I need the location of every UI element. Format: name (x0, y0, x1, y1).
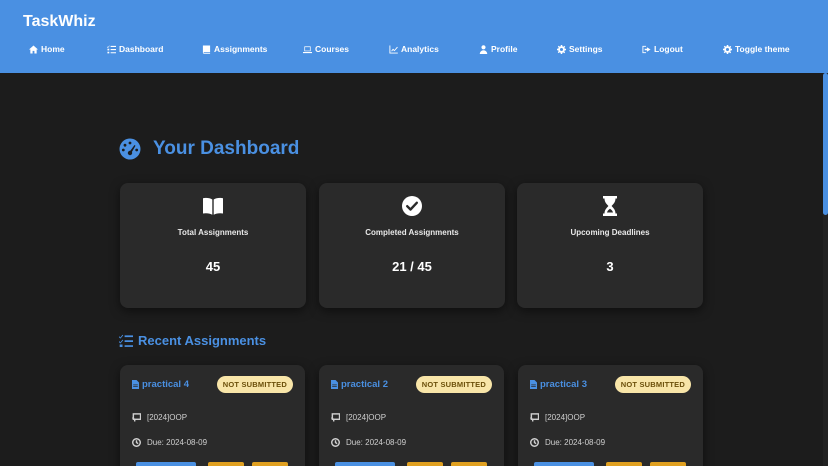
submit-button[interactable] (650, 462, 686, 466)
dashboard-heading: Your Dashboard (153, 138, 299, 160)
list-check-icon (107, 45, 116, 54)
status-badge: NOT SUBMITTED (416, 376, 492, 393)
assignment-title-link[interactable]: practical 3 (530, 379, 587, 390)
view-button[interactable] (335, 462, 395, 466)
due-date: Due: 2024-08-09 (545, 438, 605, 447)
file-icon (132, 380, 139, 389)
section-heading: Recent Assignments (119, 333, 266, 348)
laptop-icon (303, 45, 312, 54)
due-date: Due: 2024-08-09 (147, 438, 207, 447)
list-check-icon (119, 334, 133, 348)
assignment-title: practical 2 (341, 379, 388, 390)
chalkboard-icon (530, 413, 539, 422)
stat-card-deadlines: Upcoming Deadlines 3 (517, 183, 703, 308)
view-button[interactable] (136, 462, 196, 466)
assignment-card[interactable]: practical 3 NOT SUBMITTED [2024]OOP Due:… (518, 365, 703, 466)
check-circle-icon (401, 195, 423, 217)
stat-card-total: Total Assignments 45 (120, 183, 306, 308)
chalkboard-icon (132, 413, 141, 422)
view-button[interactable] (534, 462, 594, 466)
clock-icon (132, 438, 141, 447)
assignment-title-link[interactable]: practical 4 (132, 379, 189, 390)
stat-label: Upcoming Deadlines (517, 228, 703, 237)
file-icon (530, 380, 537, 389)
edit-button[interactable] (208, 462, 244, 466)
brand-logo[interactable]: TaskWhiz (23, 13, 96, 31)
assignment-due: Due: 2024-08-09 (331, 438, 406, 447)
nav-analytics-label: Analytics (401, 44, 439, 54)
submit-button[interactable] (252, 462, 288, 466)
assignment-card[interactable]: practical 2 NOT SUBMITTED [2024]OOP Due:… (319, 365, 504, 466)
nav-courses[interactable]: Courses (303, 44, 349, 54)
nav-dashboard[interactable]: Dashboard (107, 44, 163, 54)
stat-card-completed: Completed Assignments 21 / 45 (319, 183, 505, 308)
stat-value: 45 (120, 259, 306, 274)
page-title: Your Dashboard (119, 138, 299, 160)
book-icon (202, 45, 211, 54)
recent-assignments-heading: Recent Assignments (138, 333, 266, 348)
nav-logout-label: Logout (654, 44, 683, 54)
file-icon (331, 380, 338, 389)
assignment-course: [2024]OOP (530, 413, 585, 422)
clock-icon (331, 438, 340, 447)
nav-analytics[interactable]: Analytics (389, 44, 439, 54)
stat-value: 21 / 45 (319, 259, 505, 274)
nav-menu: Home Dashboard Assignments Courses Analy… (0, 44, 828, 58)
nav-profile-label: Profile (491, 44, 517, 54)
gauge-icon (119, 138, 141, 160)
chalkboard-icon (331, 413, 340, 422)
nav-settings-label: Settings (569, 44, 603, 54)
nav-dashboard-label: Dashboard (119, 44, 163, 54)
edit-button[interactable] (407, 462, 443, 466)
assignment-due: Due: 2024-08-09 (132, 438, 207, 447)
nav-logout[interactable]: Logout (642, 44, 683, 54)
stat-label: Total Assignments (120, 228, 306, 237)
nav-courses-label: Courses (315, 44, 349, 54)
chart-line-icon (389, 45, 398, 54)
nav-settings[interactable]: Settings (557, 44, 603, 54)
stat-label: Completed Assignments (319, 228, 505, 237)
assignment-title: practical 4 (142, 379, 189, 390)
toggle-theme-button[interactable]: Toggle theme (723, 44, 790, 54)
toggle-theme-label: Toggle theme (735, 44, 790, 54)
home-icon (29, 45, 38, 54)
gear-icon (723, 45, 732, 54)
assignment-title: practical 3 (540, 379, 587, 390)
course-name: [2024]OOP (147, 413, 187, 422)
top-navbar: TaskWhiz Home Dashboard Assignments Cour… (0, 0, 828, 73)
book-open-icon (202, 195, 224, 217)
hourglass-icon (599, 195, 621, 217)
submit-button[interactable] (451, 462, 487, 466)
assignment-course: [2024]OOP (132, 413, 187, 422)
course-name: [2024]OOP (545, 413, 585, 422)
assignment-due: Due: 2024-08-09 (530, 438, 605, 447)
nav-assignments[interactable]: Assignments (202, 44, 267, 54)
assignment-title-link[interactable]: practical 2 (331, 379, 388, 390)
course-name: [2024]OOP (346, 413, 386, 422)
nav-home-label: Home (41, 44, 65, 54)
clock-icon (530, 438, 539, 447)
assignment-card[interactable]: practical 4 NOT SUBMITTED [2024]OOP Due:… (120, 365, 305, 466)
status-badge: NOT SUBMITTED (217, 376, 293, 393)
due-date: Due: 2024-08-09 (346, 438, 406, 447)
sign-out-icon (642, 45, 651, 54)
scrollbar-thumb[interactable] (823, 73, 828, 215)
edit-button[interactable] (606, 462, 642, 466)
status-badge: NOT SUBMITTED (615, 376, 691, 393)
assignment-course: [2024]OOP (331, 413, 386, 422)
user-icon (479, 45, 488, 54)
stat-value: 3 (517, 259, 703, 274)
nav-home[interactable]: Home (29, 44, 65, 54)
nav-assignments-label: Assignments (214, 44, 267, 54)
gear-icon (557, 45, 566, 54)
nav-profile[interactable]: Profile (479, 44, 517, 54)
